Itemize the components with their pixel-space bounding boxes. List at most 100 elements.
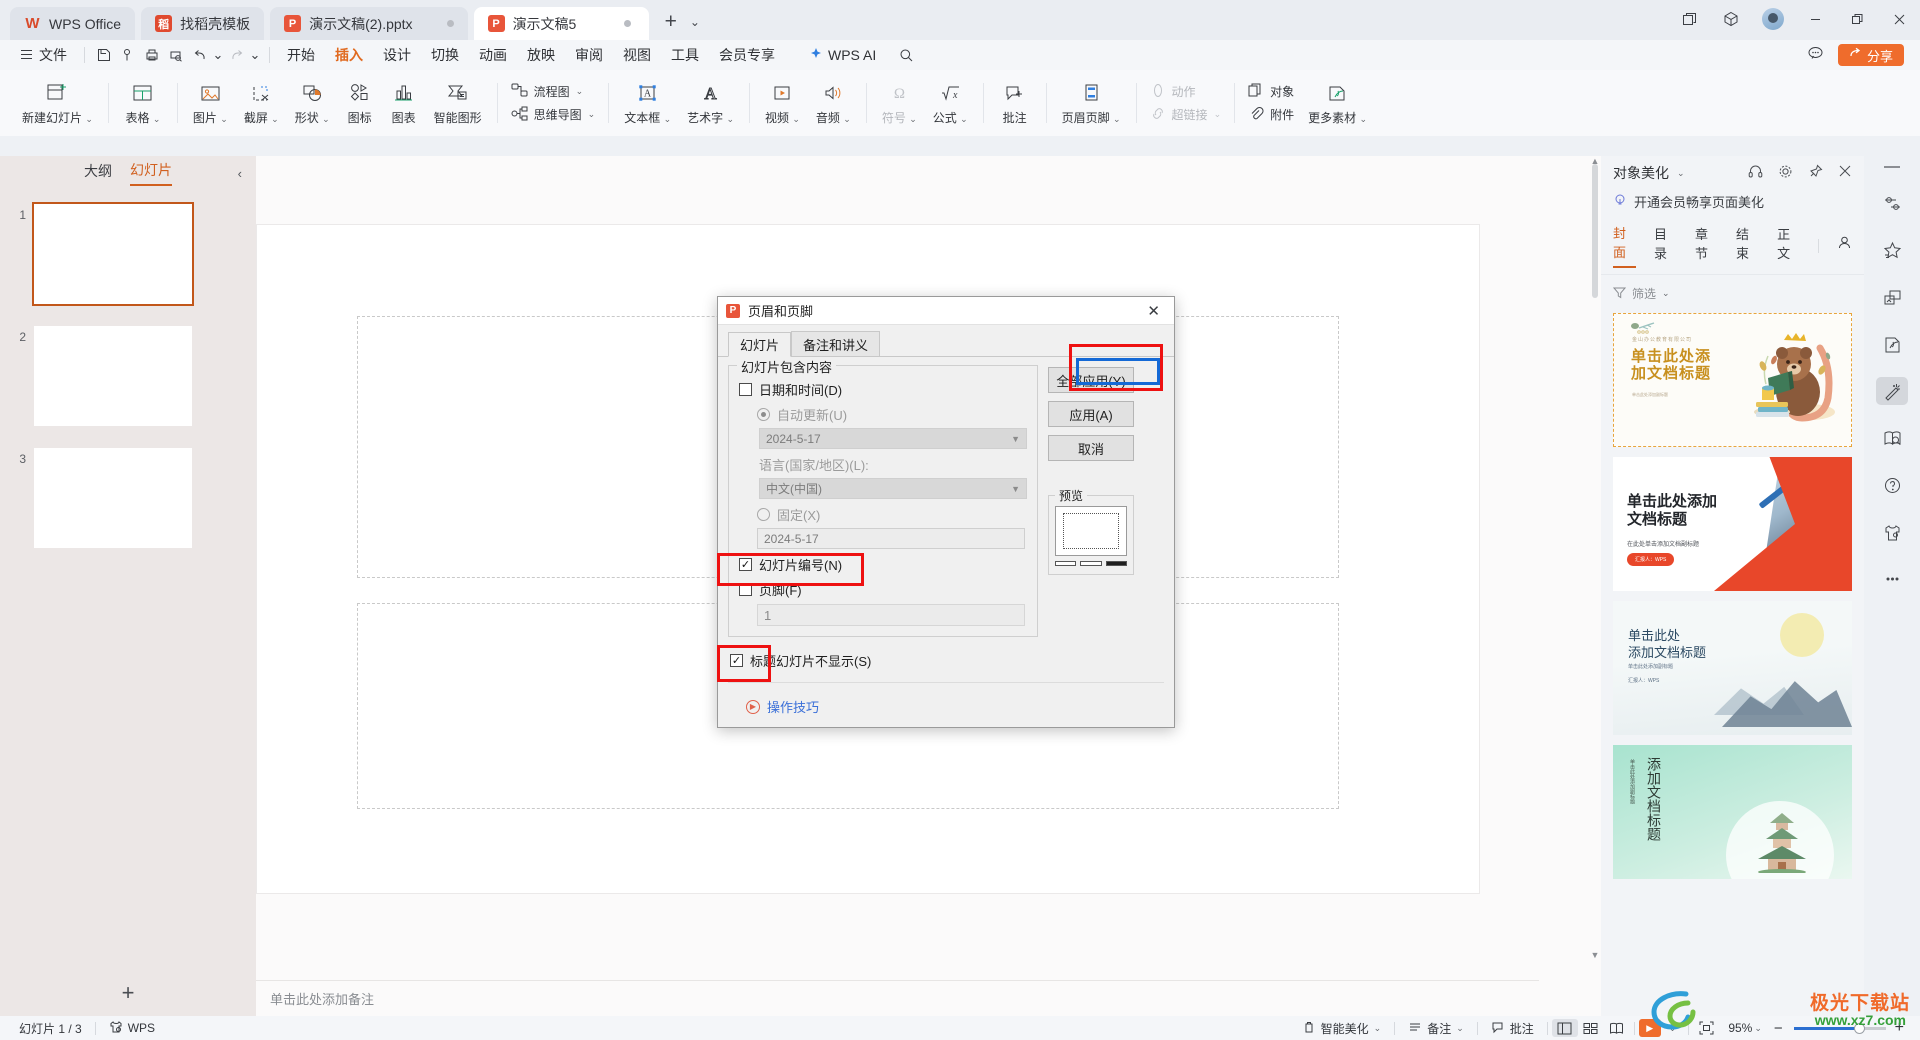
header-footer-button[interactable]: 页眉页脚 ⌄ xyxy=(1054,74,1129,132)
list-item[interactable]: 2 xyxy=(0,304,256,426)
menu-item-slideshow[interactable]: 放映 xyxy=(517,45,565,65)
tab-body[interactable]: 正文 xyxy=(1777,224,1800,267)
template-card-bear[interactable]: 金山办公教育有限公司 单击此处添 加文档标题 单击此处添加副标题 xyxy=(1613,313,1852,447)
formula-button[interactable]: x 公式 ⌄ xyxy=(925,74,976,132)
smart-beautify-button[interactable]: 智能美化 ⌄ xyxy=(1293,1020,1391,1037)
shapes-button[interactable]: 形状 ⌄ xyxy=(287,74,338,132)
no-title-slide-row[interactable]: ✓ 标题幻灯片不显示(S) xyxy=(730,651,1174,670)
tab-outline[interactable]: 大纲 xyxy=(84,161,112,185)
footer-row[interactable]: 页脚(F) xyxy=(739,580,1027,599)
auto-update-row[interactable]: 自动更新(U) xyxy=(757,405,1027,424)
tab-toc[interactable]: 目录 xyxy=(1654,224,1677,267)
apply-all-button[interactable]: 全部应用(Y) xyxy=(1048,367,1134,393)
wordart-button[interactable]: A 艺术字 ⌄ xyxy=(679,74,742,132)
wps-cloud-status[interactable]: WPS xyxy=(100,1020,164,1037)
screenshot-button[interactable]: 截屏 ⌄ xyxy=(236,74,287,132)
menu-item-insert[interactable]: 插入 xyxy=(325,45,373,65)
canvas-scrollbar[interactable]: ▲ ▼ xyxy=(1589,156,1601,980)
fixed-date-input[interactable]: 2024-5-17 xyxy=(757,528,1025,549)
customize-caret-icon[interactable]: ⌄ xyxy=(248,44,262,66)
chat-icon[interactable] xyxy=(1807,45,1824,65)
table-button[interactable]: 表格 ⌄ xyxy=(116,74,170,132)
redo-icon[interactable] xyxy=(224,44,248,66)
zoom-slider-knob[interactable] xyxy=(1853,1022,1865,1034)
new-slide-button[interactable]: 新建幻灯片 ⌄ xyxy=(14,74,101,132)
close-icon[interactable] xyxy=(1838,164,1852,182)
share-button[interactable]: 分享 xyxy=(1837,44,1904,66)
membership-promo[interactable]: 开通会员畅享页面美化 xyxy=(1601,190,1864,219)
tab-chapter[interactable]: 章节 xyxy=(1695,224,1718,267)
transfer-icon[interactable] xyxy=(1876,283,1908,311)
slide-thumbnail[interactable] xyxy=(34,448,192,548)
menu-item-member[interactable]: 会员专享 xyxy=(709,45,785,65)
zoom-out-button[interactable]: − xyxy=(1770,1020,1787,1037)
new-tab-icon[interactable]: + xyxy=(665,10,677,34)
wps-ai-button[interactable]: WPS AI xyxy=(799,47,886,64)
list-item[interactable]: 3 xyxy=(0,426,256,548)
filter-control[interactable]: 筛选 ⌄ xyxy=(1601,274,1864,308)
flowchart-button[interactable]: 流程图 ⌄ xyxy=(511,83,596,101)
list-item[interactable]: 1 xyxy=(0,190,256,306)
file-menu[interactable]: 文件 xyxy=(10,45,77,65)
help-icon[interactable] xyxy=(1876,471,1908,499)
pin-icon[interactable] xyxy=(1808,164,1823,182)
beautify-doc-icon[interactable] xyxy=(1876,330,1908,358)
audio-button[interactable]: 音频 ⌄ xyxy=(808,74,859,132)
normal-view-icon[interactable] xyxy=(1551,1019,1578,1037)
date-time-checkbox[interactable] xyxy=(739,383,752,396)
no-title-slide-checkbox[interactable]: ✓ xyxy=(730,654,743,667)
date-time-row[interactable]: 日期和时间(D) xyxy=(739,380,1027,399)
symbol-button[interactable]: Ω 符号 ⌄ xyxy=(874,74,925,132)
minimize-icon[interactable] xyxy=(1794,2,1836,36)
slide-number-row[interactable]: ✓ 幻灯片编号(N) xyxy=(739,555,1027,574)
mindmap-button[interactable]: 思维导图 ⌄ xyxy=(511,106,595,124)
person-icon[interactable] xyxy=(1837,235,1852,257)
dialog-tab-slide[interactable]: 幻灯片 xyxy=(728,332,792,357)
undo-icon[interactable] xyxy=(188,44,212,66)
gear-icon[interactable] xyxy=(1778,164,1793,182)
print-icon[interactable] xyxy=(140,44,164,66)
slide-sorter-icon[interactable] xyxy=(1578,1019,1604,1037)
print-preview-icon[interactable] xyxy=(164,44,188,66)
date-format-dropdown[interactable]: 2024-5-17 ▼ xyxy=(759,428,1027,449)
multi-window-icon[interactable] xyxy=(1668,2,1710,36)
save-icon[interactable] xyxy=(92,44,116,66)
fixed-date-radio[interactable] xyxy=(757,508,770,521)
menu-item-review[interactable]: 审阅 xyxy=(565,45,613,65)
tab-slides[interactable]: 幻灯片 xyxy=(130,160,172,186)
more-icon[interactable] xyxy=(1876,565,1908,593)
fit-to-window-icon[interactable] xyxy=(1693,1019,1719,1037)
tab-docer-template[interactable]: 稻 找稻壳模板 xyxy=(141,7,265,40)
tab-wps-office[interactable]: W WPS Office xyxy=(10,7,136,40)
hyperlink-button[interactable]: 超链接 ⌄ xyxy=(1150,106,1221,124)
caret-down-icon[interactable]: ▼ xyxy=(1589,950,1601,964)
menu-item-animations[interactable]: 动画 xyxy=(469,45,517,65)
play-caret-icon[interactable]: ⌄ xyxy=(1661,1023,1685,1034)
skin-icon[interactable] xyxy=(1876,518,1908,546)
tab-presentation-2[interactable]: P 演示文稿(2).pptx xyxy=(270,7,468,40)
apply-button[interactable]: 应用(A) xyxy=(1048,401,1134,427)
smartart-button[interactable]: 智能图形 xyxy=(426,74,490,132)
menu-item-tools[interactable]: 工具 xyxy=(661,45,709,65)
reading-view-icon[interactable] xyxy=(1604,1019,1630,1037)
find-icon[interactable] xyxy=(1876,424,1908,452)
tips-link[interactable]: 操作技巧 xyxy=(767,697,819,716)
textbox-button[interactable]: A 文本框 ⌄ xyxy=(616,74,679,132)
menu-item-view[interactable]: 视图 xyxy=(613,45,661,65)
close-icon[interactable]: ✕ xyxy=(1141,302,1166,320)
zoom-in-button[interactable]: + xyxy=(1893,1019,1910,1037)
dialog-tab-notes-handout[interactable]: 备注和讲义 xyxy=(791,331,881,356)
language-dropdown[interactable]: 中文(中国) ▼ xyxy=(759,478,1027,499)
action-button[interactable]: 动作 xyxy=(1150,83,1222,101)
add-slide-button[interactable]: + xyxy=(0,980,256,1006)
properties-icon[interactable] xyxy=(1876,189,1908,217)
favorites-icon[interactable] xyxy=(1876,236,1908,264)
play-icon[interactable]: ▶ xyxy=(1638,1019,1661,1037)
cube-icon[interactable] xyxy=(1710,2,1752,36)
zoom-level[interactable]: 95% xyxy=(1719,1021,1754,1035)
chevron-down-icon[interactable]: ⌄ xyxy=(690,15,700,29)
header-footer-dialog[interactable]: P 页眉和页脚 ✕ 幻灯片 备注和讲义 幻灯片包含内容 日期和时间(D) 自动更… xyxy=(717,296,1175,728)
notes-pane[interactable]: 单击此处添加备注 xyxy=(256,980,1539,1016)
tab-cover[interactable]: 封面 xyxy=(1613,223,1637,268)
zoom-slider[interactable] xyxy=(1793,1022,1886,1034)
